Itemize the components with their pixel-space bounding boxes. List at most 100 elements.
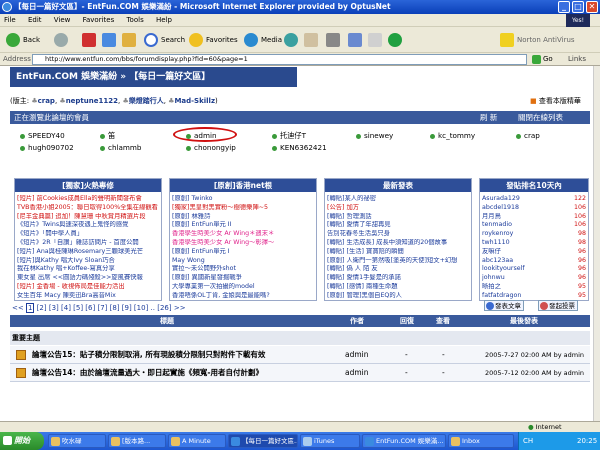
list-item[interactable]: [短片] Ana與桂陳琳Rosemary三顆球美光芒 [17,248,159,257]
start-button[interactable]: 開始 [0,432,44,450]
history-button[interactable] [282,31,301,49]
close-button[interactable]: ✕ [586,1,598,13]
close-list-link[interactable]: 關閉在線列表 [518,111,563,124]
taskbar-item[interactable]: A Minute [168,434,226,448]
thread-last-post[interactable]: 2005-7-27 02:00 AM by admin [485,346,584,364]
prev-pages-link[interactable]: << [12,304,24,312]
ranking-user[interactable]: 月月鳥 [482,213,501,220]
list-item[interactable]: TVB香港小姐2005：聯日取得100%全集在線觀看 [17,204,159,213]
member-item[interactable]: crap [516,130,540,141]
moderator-link[interactable]: crap [38,97,55,105]
forum-breadcrumb[interactable]: EntFun.COM 娛樂滿紛 » 【每日一篇好文區】 [10,67,297,87]
list-item[interactable]: 實拉～未公開野外shot [172,265,314,274]
list-item[interactable]: [轉貼]某人的祕密 [327,195,469,204]
thread-last-post[interactable]: 2005-7-12 02:00 AM by admin [485,364,584,382]
vertical-scrollbar[interactable] [593,66,600,421]
menu-favorites[interactable]: Favorites [83,16,115,24]
page-link[interactable]: 6 [88,304,92,312]
maximize-button[interactable]: □ [572,1,584,13]
list-item[interactable]: 大學專業第一次拍攝的model [172,283,314,292]
page-link[interactable]: 9 [125,304,129,312]
taskbar-item[interactable]: iTunes [300,434,360,448]
mail-button[interactable] [302,31,321,49]
member-item[interactable]: 笛 [100,130,115,141]
list-item[interactable]: [原創] 管理]黑個自EQ的人 [327,292,469,299]
messenger-button[interactable] [386,31,405,49]
member-item[interactable]: SPEEDY40 [20,130,65,141]
page-link[interactable]: 4 [64,304,68,312]
ranking-user[interactable]: 友嘛仔 [482,248,501,255]
table-row[interactable]: 論壇公告14：由於論壇流量過大・即日起實施《頻寬-用者自付計劃》 admin -… [10,364,590,382]
ranking-item[interactable]: Asurada129 122 [482,195,586,204]
list-item[interactable]: 香港學生時美少女 Ar Wing～彰擇～ [172,239,314,248]
stop-button[interactable] [80,31,99,49]
view-mode-link[interactable]: ■ 查看本版精華 [530,95,581,107]
ranking-item[interactable]: fatfatdragon 95 [482,292,586,299]
ranking-item[interactable]: roykenroy 98 [482,230,586,239]
go-button[interactable]: Go [531,54,565,65]
page-link[interactable]: 10 [137,304,146,312]
list-item[interactable]: [公告] 加方 [327,204,469,213]
list-item[interactable]: 《短片》2R「自讚」雜誌訪問片 - 首度公開 [17,239,159,248]
member-item[interactable]: 托迪仔T [272,130,306,141]
member-item[interactable]: chonongyip [186,142,236,153]
list-item[interactable]: [轉貼] [感情] 兩種生命題 [327,283,469,292]
ranking-user[interactable]: lookityourself [482,265,525,272]
ranking-user[interactable]: abc123aa [482,257,513,264]
list-item[interactable]: [尼羊金典篇] 追加！陳慧珊 中秋賞月精選片段 [17,213,159,222]
thread-title[interactable]: 論壇公告15：貼子積分限制取消, 所有現設積分限制只對附件下載有效 [32,346,265,364]
list-item[interactable]: [原創] EntFun單元 II [172,221,314,230]
list-item[interactable]: [獨家]黑皇對黑實粉～樹德樂陣~5 [172,204,314,213]
language-indicator[interactable]: CH [523,437,533,445]
new-poll-button[interactable]: 發起投票 [538,300,578,311]
thread-author[interactable]: admin [345,364,369,382]
ranking-item[interactable]: tenmadio 106 [482,221,586,230]
taskbar-item[interactable]: [版本路... [108,434,166,448]
print-button[interactable] [324,31,343,49]
list-item[interactable]: [原創] 異國新星發掘戰爭 [172,274,314,283]
ranking-item[interactable]: lookityourself 96 [482,265,586,274]
page-link-current[interactable]: 1 [25,303,35,313]
favorites-button[interactable]: Favorites [187,31,241,49]
list-item[interactable]: [原創] 林雅詩 [172,213,314,222]
minimize-button[interactable]: _ [558,1,570,13]
ranking-item[interactable]: twh1110 98 [482,239,586,248]
page-link[interactable]: 3 [52,304,56,312]
list-item[interactable]: [轉貼] 偽 人 陌 友 [327,265,469,274]
member-item[interactable]: hugh090702 [20,142,74,153]
ranking-item[interactable]: 月月鳥 106 [482,213,586,222]
list-item[interactable]: [轉貼] 哲理測話 [327,213,469,222]
list-item[interactable]: [短片]與Kathy 唱大Ivy Sloan巧合 [17,257,159,266]
moderator-link[interactable]: 樂燈踏行人 [129,97,164,105]
list-item[interactable]: 香港學生時美少女 Ar Wing＊週末＊ [172,230,314,239]
page-link[interactable]: 7 [100,304,104,312]
page-link[interactable]: 8 [112,304,116,312]
taskbar-item[interactable]: 吹水碌 [48,434,106,448]
menu-view[interactable]: View [54,16,71,24]
taskbar-item[interactable]: EntFun.COM 娛樂滿... [362,434,446,448]
taskbar-item-active[interactable]: 【每日一篇好文區... [228,434,298,448]
home-button[interactable] [120,31,139,49]
ranking-user[interactable]: fatfatdragon [482,292,521,299]
member-item[interactable]: sinewey [356,130,393,141]
ranking-user[interactable]: Asurada129 [482,195,520,202]
list-item[interactable]: 我在林Kathy 唱+Koffee-寫真分享 [17,265,159,274]
search-button[interactable]: Search [142,31,188,49]
forward-button[interactable] [52,31,71,49]
media-button[interactable]: Media [242,31,285,49]
list-item[interactable]: 東女星 出席 <<圓語力碼殘殺>>旋風賽快報 [17,274,159,283]
page-link[interactable]: 2 [39,304,43,312]
list-item[interactable]: 《短片》Twins與速深夜遇上鬼怪的感覺 [17,221,159,230]
list-item[interactable]: [轉貼] 愛情了年甜再見 [327,221,469,230]
menu-help[interactable]: Help [156,16,172,24]
page-link[interactable]: 26 [160,304,169,312]
member-item[interactable]: KEN6362421 [272,142,327,153]
menu-tools[interactable]: Tools [126,16,143,24]
refresh-button[interactable] [100,31,119,49]
ranking-user[interactable]: roykenroy [482,230,513,237]
list-item[interactable]: 香港唔係OL丁肯, 金娘與是最能嗎? [172,292,314,299]
refresh-link[interactable]: 刷 新 [480,111,497,124]
table-row[interactable]: 論壇公告15：貼子積分限制取消, 所有現設積分限制只對附件下載有效 admin … [10,346,590,364]
new-topic-button[interactable]: 發表文章 [484,300,524,311]
ranking-user[interactable]: tenmadio [482,221,512,228]
